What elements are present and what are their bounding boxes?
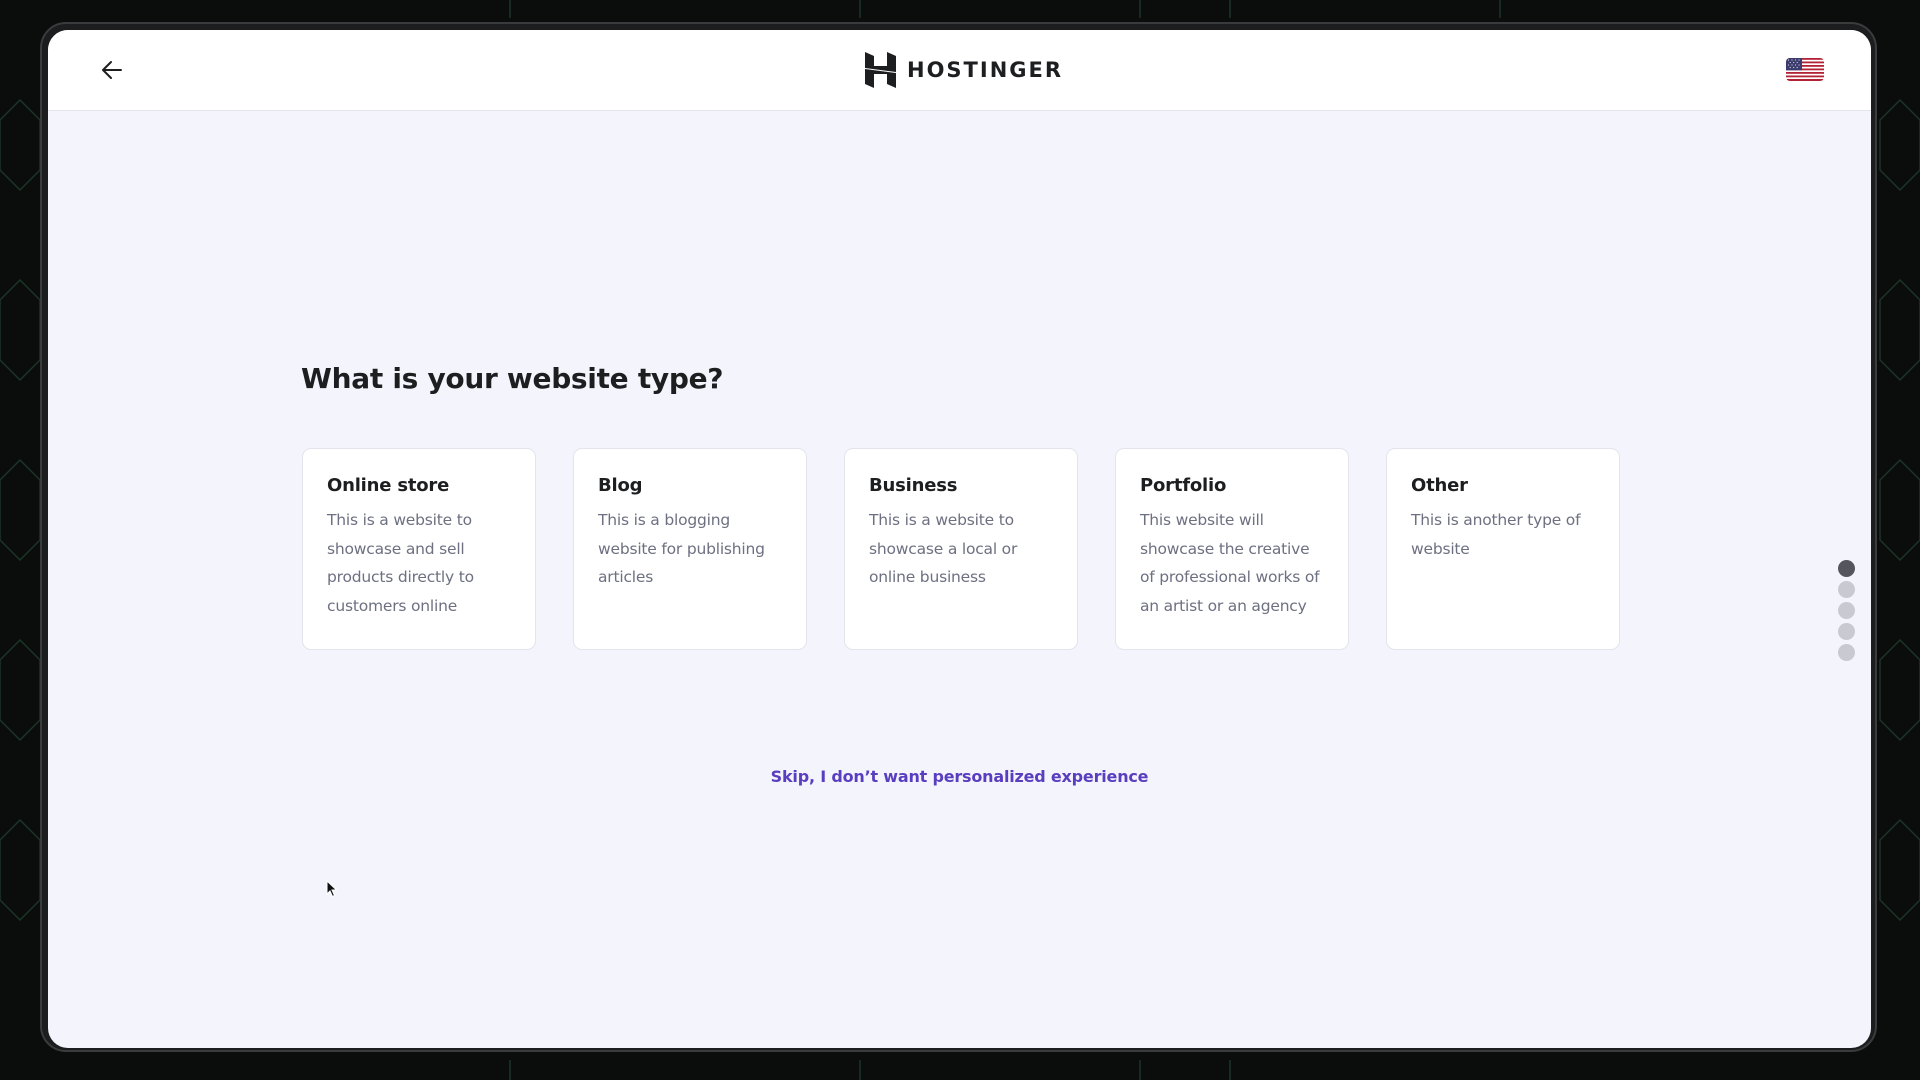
option-card-business[interactable]: Business This is a website to showcase a… [844,448,1078,650]
hostinger-logo: HOSTINGER [865,50,1063,90]
step-indicator [1838,560,1855,661]
card-title: Other [1411,475,1468,496]
option-card-blog[interactable]: Blog This is a blogging website for publ… [573,448,807,650]
option-card-portfolio[interactable]: Portfolio This website will showcase the… [1115,448,1349,650]
mouse-pointer-icon [326,879,338,903]
step-dot-3[interactable] [1838,602,1855,619]
step-dot-2[interactable] [1838,581,1855,598]
card-description: This is a website to showcase a local or… [869,511,1018,586]
brand-name: HOSTINGER [907,58,1064,82]
app-screen: HOSTINGER What is your website type? Onl… [48,30,1871,1048]
step-dot-5[interactable] [1838,644,1855,661]
skip-personalization-link[interactable]: Skip, I don’t want personalized experien… [771,767,1149,786]
top-header: HOSTINGER [48,30,1871,111]
page-title: What is your website type? [301,362,724,395]
step-dot-4[interactable] [1838,623,1855,640]
option-card-other[interactable]: Other This is another type of website [1386,448,1620,650]
card-description: This is a blogging website for publishin… [598,511,765,586]
arrow-left-icon [102,61,122,79]
hostinger-h-icon [865,52,896,88]
us-flag-icon [1786,58,1824,81]
back-button[interactable] [94,52,130,88]
card-title: Portfolio [1140,475,1227,496]
card-title: Blog [598,475,643,496]
website-type-options: Online store This is a website to showca… [302,448,1620,650]
language-selector[interactable] [1786,58,1824,81]
card-title: Online store [327,475,450,496]
option-card-online-store[interactable]: Online store This is a website to showca… [302,448,536,650]
card-description: This website will showcase the creative … [1140,511,1320,615]
step-dot-1[interactable] [1838,560,1855,577]
card-description: This is another type of website [1411,511,1581,558]
skip-container: Skip, I don’t want personalized experien… [48,767,1871,787]
card-description: This is a website to showcase and sell p… [327,511,474,615]
card-title: Business [869,475,958,496]
